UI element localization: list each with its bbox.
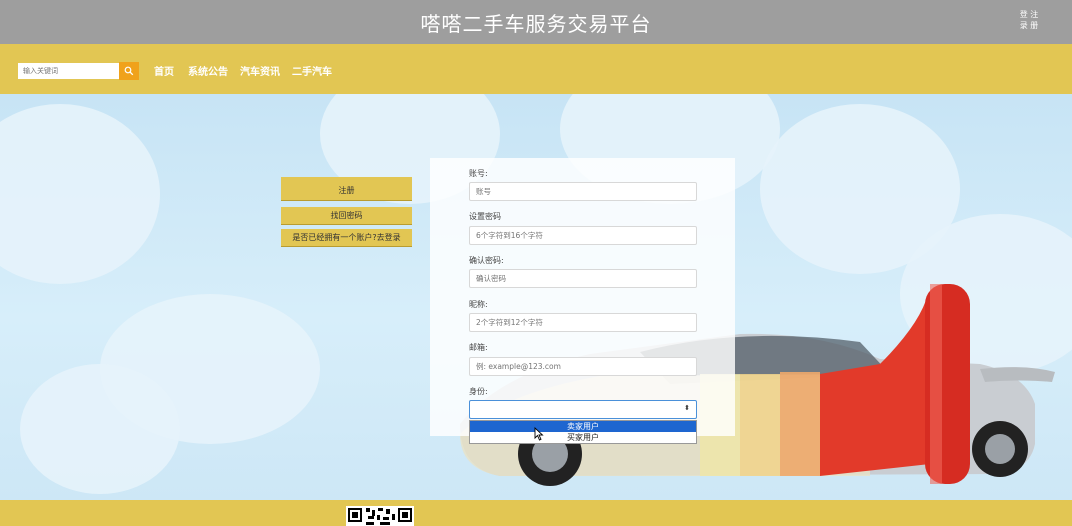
search-input[interactable] <box>18 63 119 79</box>
nickname-input[interactable] <box>469 313 697 332</box>
top-link-row-2[interactable]: 录 册 <box>1016 20 1042 31</box>
mouse-cursor-icon <box>534 427 544 441</box>
nav-item-announcements[interactable]: 系统公告 <box>188 63 228 78</box>
site-title: 嗒嗒二手车服务交易平台 <box>420 12 652 36</box>
email-label: 邮箱: <box>469 343 488 352</box>
identity-option-buyer[interactable]: 买家用户 <box>470 432 696 443</box>
identity-option-seller[interactable]: 卖家用户 <box>470 421 696 432</box>
top-bar: 嗒嗒二手车服务交易平台 登 注 录 册 <box>0 0 1072 44</box>
background-cloud <box>0 104 160 284</box>
nav-item-used-cars[interactable]: 二手汽车 <box>292 63 332 78</box>
register-form: 账号: 设置密码 确认密码: 昵称: 邮箱: 身份: ⬍ <box>430 158 735 436</box>
search-icon <box>124 66 134 76</box>
confirm-password-input[interactable] <box>469 269 697 288</box>
nickname-label: 昵称: <box>469 300 488 309</box>
footer <box>0 500 1072 526</box>
password-input[interactable] <box>469 226 697 245</box>
search-button[interactable] <box>119 62 139 80</box>
identity-label: 身份: <box>469 387 488 396</box>
nav-bar: 首页 系统公告 汽车资讯 二手汽车 <box>0 44 1072 94</box>
qr-code-icon <box>346 506 414 526</box>
account-label: 账号: <box>469 169 488 178</box>
select-arrow-icon: ⬍ <box>684 404 690 412</box>
password-label: 设置密码 <box>469 212 501 221</box>
identity-select[interactable]: ⬍ <box>469 400 697 419</box>
identity-dropdown: 卖家用户 买家用户 <box>469 420 697 444</box>
top-link-row-1[interactable]: 登 注 <box>1016 9 1042 20</box>
register-button[interactable]: 注册 <box>281 177 412 201</box>
forgot-password-button[interactable]: 找回密码 <box>281 207 412 225</box>
email-input[interactable] <box>469 357 697 376</box>
confirm-password-label: 确认密码: <box>469 256 504 265</box>
go-login-button[interactable]: 是否已经拥有一个账户?去登录 <box>281 229 412 247</box>
nav-item-home[interactable]: 首页 <box>154 63 174 78</box>
top-links: 登 注 录 册 <box>1016 9 1042 31</box>
nav-item-car-news[interactable]: 汽车资讯 <box>240 63 280 78</box>
account-input[interactable] <box>469 182 697 201</box>
background-cloud <box>20 364 180 494</box>
